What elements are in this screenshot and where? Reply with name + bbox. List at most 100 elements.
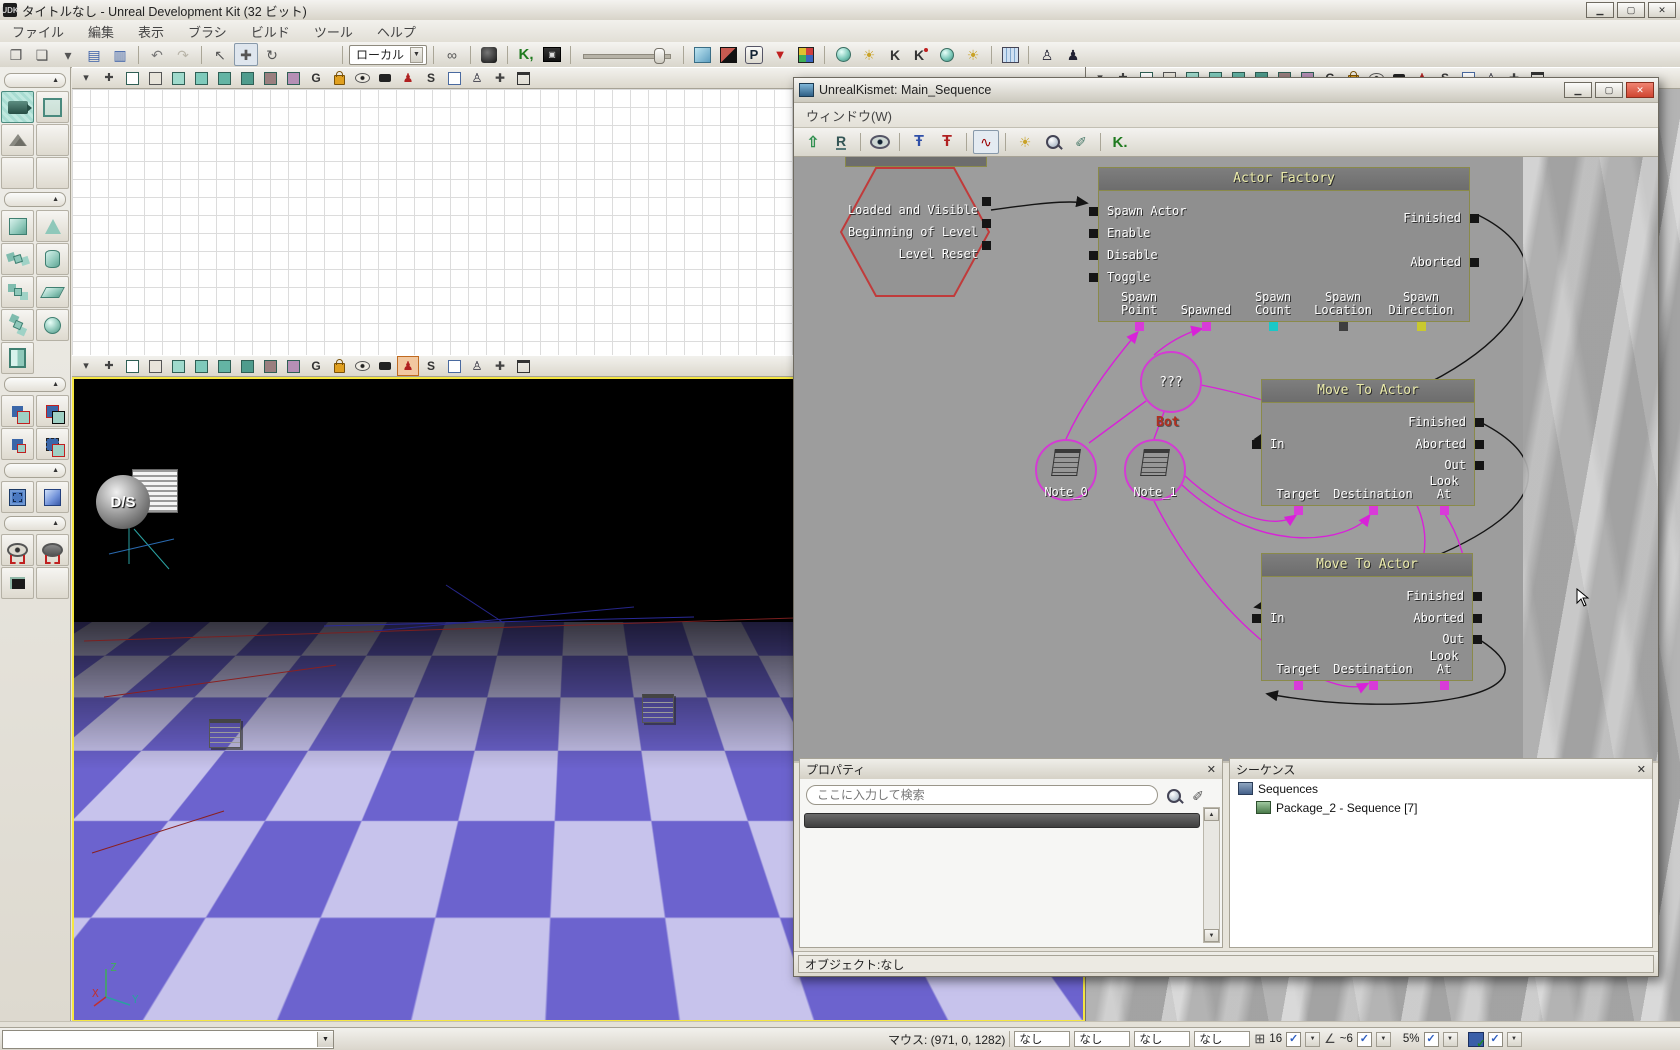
grid-square-icon[interactable] (998, 43, 1022, 66)
rotation-snap-dropdown-icon[interactable]: ▼ (1376, 1032, 1391, 1047)
cube-lit-icon[interactable] (190, 356, 212, 376)
search-eye-icon[interactable] (867, 130, 893, 154)
undo-icon[interactable]: ↶ (145, 43, 169, 66)
output-pin-square[interactable] (1475, 418, 1484, 427)
properties-edit-button[interactable]: ✐ (1186, 784, 1210, 808)
input-pin-square[interactable] (1089, 273, 1098, 282)
scale-tool-icon[interactable] (286, 43, 310, 66)
input-pin-1[interactable]: Enable (1107, 227, 1150, 240)
gamepad-icon[interactable] (374, 356, 396, 376)
variable-pin-square[interactable] (1369, 506, 1378, 515)
cube-brush-icon[interactable] (144, 356, 166, 376)
variable-pin-1[interactable]: Destination (1330, 663, 1416, 676)
brush-sheet-button[interactable] (36, 276, 69, 308)
variable-pin-square[interactable] (1269, 322, 1278, 331)
output-pin-2[interactable]: Out (1444, 459, 1466, 472)
label-S-icon[interactable]: S (420, 68, 442, 88)
sequences-header[interactable]: シーケンス ✕ (1230, 759, 1652, 780)
content-cube-icon[interactable] (690, 43, 714, 66)
cube-tex-icon[interactable] (282, 68, 304, 88)
output-pin-1[interactable]: Aborted (1415, 438, 1466, 451)
translate-tool-icon[interactable]: ✚ (234, 43, 258, 66)
level-event-hexagon[interactable] (840, 167, 990, 297)
zoom-fit-icon[interactable] (1040, 130, 1066, 154)
play-p-icon[interactable]: P (742, 43, 766, 66)
slider-thumb[interactable] (654, 48, 665, 64)
unknown-object-node[interactable]: ??? (1140, 351, 1202, 413)
dominant-light-actor[interactable]: D/S (96, 475, 150, 529)
sphere-teal-icon[interactable] (831, 43, 855, 66)
actor-red-icon[interactable]: ♟ (397, 68, 419, 88)
variable-pin-square[interactable] (1339, 322, 1348, 331)
coordinate-system-combo[interactable]: ローカル▼ (349, 45, 427, 65)
input-pin-square[interactable] (1089, 251, 1098, 260)
cube-detail-icon[interactable] (213, 68, 235, 88)
sequences-close-icon[interactable]: ✕ (1637, 763, 1646, 776)
variable-pin-0[interactable]: Target (1255, 663, 1341, 676)
matinee-icon[interactable]: ▣ (540, 43, 564, 66)
udk-logo-icon[interactable] (477, 43, 501, 66)
variable-pin-0[interactable]: Target (1255, 488, 1341, 501)
far-clip-slider[interactable] (583, 47, 671, 63)
properties-search-input[interactable] (806, 785, 1158, 805)
combo-dropdown-icon[interactable]: ▼ (317, 1032, 333, 1047)
stairs-curved-button[interactable] (1, 243, 34, 275)
event-output-square-3[interactable] (982, 241, 991, 250)
kismet-k-icon[interactable]: K, (514, 43, 538, 66)
brush-sphere-button[interactable] (36, 309, 69, 341)
tree-item-package2-sequence[interactable]: Package_2 - Sequence [7] (1230, 798, 1652, 817)
note-1-node[interactable]: Note_1 (1124, 439, 1186, 501)
volume-button[interactable] (1, 342, 34, 374)
redo-icon[interactable]: ↷ (171, 43, 195, 66)
close-button[interactable]: ✕ (1648, 2, 1676, 18)
scale-snap-dropdown-icon[interactable]: ▼ (1443, 1032, 1458, 1047)
output-pin-1[interactable]: Aborted (1410, 256, 1461, 269)
lock-icon[interactable] (328, 68, 350, 88)
scale-snap-checkbox[interactable]: ✓ (1424, 1032, 1439, 1047)
tool-section-collapse-3[interactable]: ▲ (4, 463, 66, 478)
scale-3d-tool-icon[interactable] (312, 43, 336, 66)
input-pin-square[interactable] (1252, 614, 1261, 623)
output-pin-square[interactable] (1470, 258, 1479, 267)
bulb-icon[interactable]: ☀ (857, 43, 881, 66)
output-pin-0[interactable]: Finished (1403, 212, 1461, 225)
camera-slow-button[interactable] (1, 567, 34, 599)
input-pin-2[interactable]: Disable (1107, 249, 1158, 262)
input-pin-3[interactable]: Toggle (1107, 271, 1150, 284)
scroll-up-icon[interactable]: ▲ (1204, 808, 1219, 821)
build-person-icon[interactable]: ♙ (1035, 43, 1059, 66)
variable-pin-square[interactable] (1440, 506, 1449, 515)
cube-blue-button[interactable] (36, 481, 69, 513)
note-actor-2[interactable] (642, 694, 674, 723)
properties-header[interactable]: プロパティ ✕ (800, 759, 1222, 780)
input-pin-0[interactable]: In (1270, 438, 1284, 451)
menu-item-2[interactable]: 表示 (126, 20, 176, 43)
autosave-dropdown-icon[interactable]: ▼ (1507, 1032, 1522, 1047)
label-G-icon[interactable]: G (305, 68, 327, 88)
k-tree-red-icon[interactable]: K (909, 43, 933, 66)
actor-field-1[interactable]: なし (1074, 1031, 1130, 1047)
pin-icon[interactable]: ✚ (489, 68, 511, 88)
rename-icon[interactable]: R (828, 130, 854, 154)
note-actor-1[interactable] (209, 719, 241, 748)
select-tool-icon[interactable]: ↖ (208, 43, 232, 66)
output-pin-square[interactable] (1470, 214, 1479, 223)
mosaic-icon[interactable] (794, 43, 818, 66)
menu-item-4[interactable]: ビルド (239, 20, 302, 43)
cube-wire-icon[interactable] (121, 356, 143, 376)
variable-pin-1[interactable]: Spawned (1173, 304, 1239, 317)
tool-section-collapse-0[interactable]: ▲ (4, 73, 66, 88)
input-pin-0[interactable]: In (1270, 612, 1284, 625)
eye-icon[interactable] (351, 356, 373, 376)
properties-close-icon[interactable]: ✕ (1207, 763, 1216, 776)
cube-brush-icon[interactable] (144, 68, 166, 88)
cube-tex-icon[interactable] (282, 356, 304, 376)
properties-search-button[interactable] (1162, 784, 1186, 808)
move-to-actor-node-2[interactable]: Move To ActorInFinishedAbortedOutTargetD… (1261, 553, 1473, 681)
drag-grid-dropdown-icon[interactable]: ▼ (1305, 1032, 1320, 1047)
output-pin-square[interactable] (1473, 635, 1482, 644)
kismet-graph-canvas[interactable]: Loaded and VisibleBeginning of LevelLeve… (794, 157, 1658, 763)
csg-deintersect-button[interactable] (36, 428, 69, 460)
variable-pin-square[interactable] (1294, 681, 1303, 690)
variable-pin-3[interactable]: Spawn Location (1310, 291, 1376, 317)
